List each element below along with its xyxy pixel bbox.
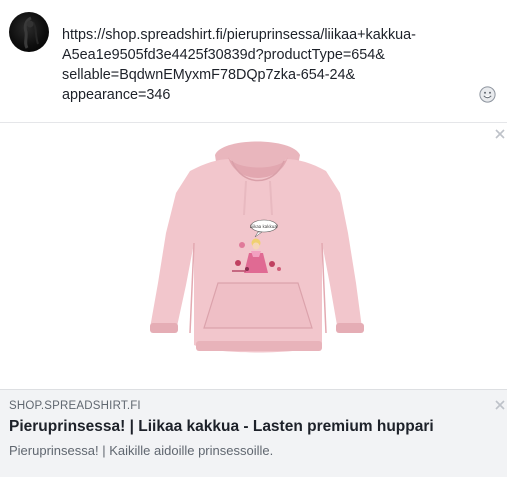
url-line: https://shop.spreadshirt.fi/pieruprinses…	[62, 27, 416, 43]
post-text-url[interactable]: https://shop.spreadshirt.fi/pieruprinses…	[62, 25, 462, 105]
hoodie-image: Liikaa kakkua!	[150, 141, 364, 353]
link-preview-footer[interactable]: SHOP.SPREADSHIRT.FI Pieruprinsessa! | Li…	[0, 389, 507, 477]
url-line: A5ea1e9505fd3e4425f30839d?productType=65…	[62, 47, 385, 63]
link-domain: SHOP.SPREADSHIRT.FI	[9, 400, 141, 412]
avatar[interactable]	[9, 12, 49, 52]
link-preview-image[interactable]: Liikaa kakkua!	[0, 123, 507, 389]
smiley-face-icon[interactable]	[479, 86, 496, 103]
url-line: sellable=BqdwnEMyxmF78DQp7zka-654-24&	[62, 67, 356, 83]
speech-bubble-text: Liikaa kakkua!	[250, 224, 279, 229]
link-description: Pieruprinsessa! | Kaikille aidoille prin…	[9, 443, 274, 458]
avatar-figure-icon	[23, 16, 39, 49]
close-icon[interactable]	[494, 399, 506, 411]
post-composer: https://shop.spreadshirt.fi/pieruprinses…	[0, 0, 507, 122]
link-title[interactable]: Pieruprinsessa! | Liikaa kakkua - Lasten…	[9, 418, 434, 436]
url-line: appearance=346	[62, 87, 171, 103]
